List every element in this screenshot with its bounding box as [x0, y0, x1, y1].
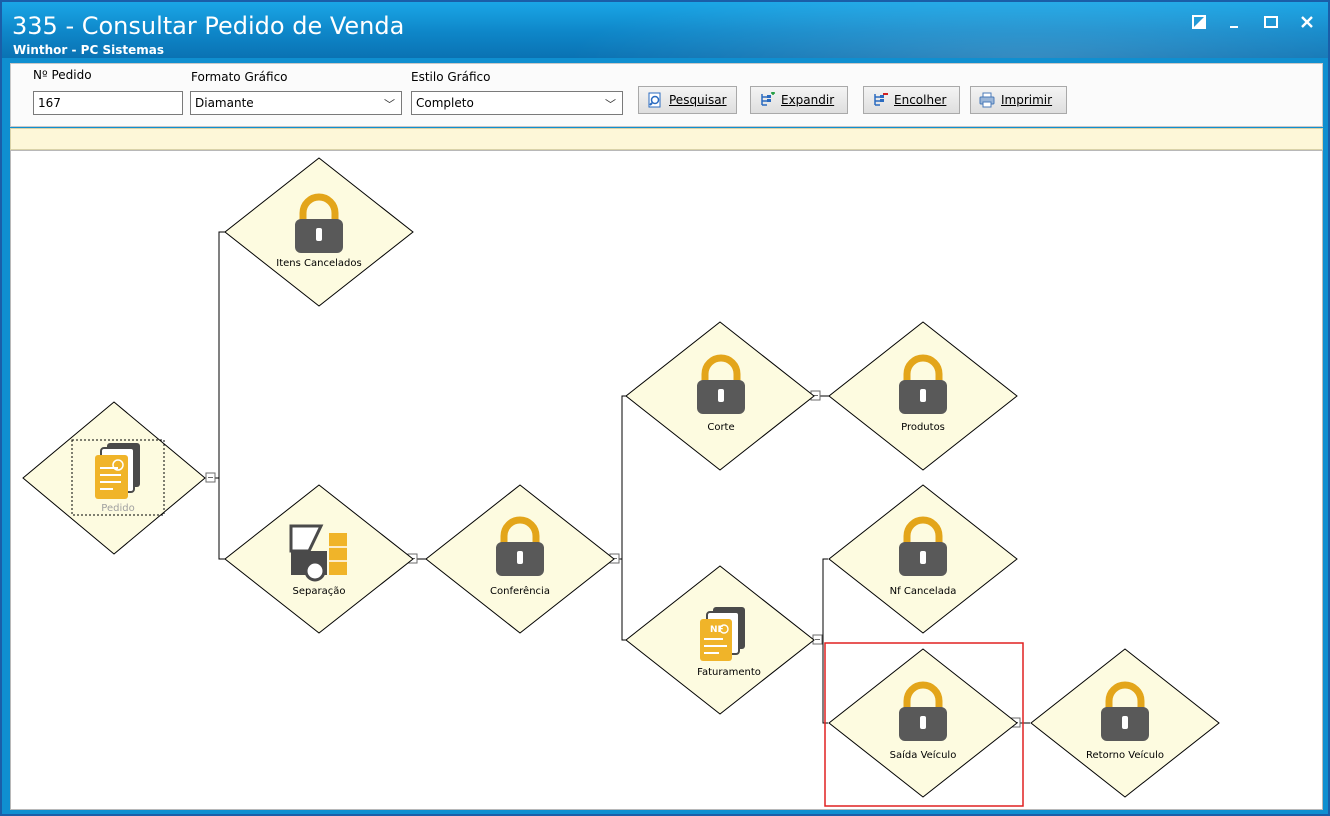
invoice-nf-icon: NF [700, 607, 745, 661]
search-doc-icon [647, 92, 663, 108]
chevron-down-icon: ﹀ [605, 98, 616, 111]
encolher-label: Encolher [894, 93, 947, 107]
estilo-value: Completo [416, 96, 474, 110]
node-saida-veiculo[interactable]: Saída Veículo [828, 648, 1018, 798]
node-label: Corte [707, 422, 734, 433]
tree-expand-icon [759, 91, 775, 108]
node-separacao[interactable]: Separação [224, 484, 414, 634]
order-flow-diagram: Pedido Itens Cancelados Separação Confer… [22, 157, 1220, 807]
title-bar: 335 - Consultar Pedido de Venda Winthor … [2, 2, 1328, 58]
document-stack-icon [95, 443, 140, 499]
info-bar [10, 128, 1323, 150]
tree-collapse-icon [872, 92, 888, 108]
formato-label: Formato Gráfico [191, 70, 288, 84]
formato-value: Diamante [195, 96, 254, 110]
pesquisar-button[interactable]: Pesquisar [638, 86, 737, 114]
node-faturamento[interactable]: NF Faturamento [625, 565, 815, 715]
printer-icon [979, 92, 995, 108]
expandir-button[interactable]: Expandir [750, 86, 848, 114]
pedido-input[interactable]: 167 [33, 91, 183, 115]
node-itens-cancelados[interactable]: Itens Cancelados [224, 157, 414, 307]
main-window: 335 - Consultar Pedido de Venda Winthor … [0, 0, 1330, 816]
imprimir-label: Imprimir [1001, 93, 1053, 107]
window-controls [1188, 11, 1318, 33]
node-conferencia[interactable]: Conferência [425, 484, 615, 634]
node-pedido[interactable]: Pedido [22, 401, 206, 555]
node-label: Separação [293, 586, 346, 597]
connector-lines [211, 231, 1030, 724]
node-produtos[interactable]: Produtos [828, 321, 1018, 471]
estilo-label: Estilo Gráfico [411, 70, 491, 84]
node-label: Itens Cancelados [276, 258, 361, 269]
node-nf-cancelada[interactable]: Nf Cancelada [828, 484, 1018, 634]
collapse-toggle[interactable] [205, 472, 216, 483]
node-label: Retorno Veículo [1086, 749, 1164, 761]
node-label: Nf Cancelada [890, 586, 957, 597]
node-label: Pedido [101, 503, 134, 514]
minimize-icon[interactable] [1224, 11, 1246, 33]
pedido-label: Nº Pedido [33, 68, 92, 82]
node-corte[interactable]: Corte [625, 321, 815, 471]
node-retorno-veiculo[interactable]: Retorno Veículo [1030, 648, 1220, 798]
node-label: Conferência [490, 585, 550, 597]
close-icon[interactable] [1296, 11, 1318, 33]
encolher-button[interactable]: Encolher [863, 86, 960, 114]
window-subtitle: Winthor - PC Sistemas [13, 43, 164, 57]
diagram-canvas: Pedido Itens Cancelados Separação Confer… [10, 150, 1323, 810]
chevron-down-icon: ﹀ [384, 98, 395, 111]
imprimir-button[interactable]: Imprimir [970, 86, 1067, 114]
estilo-select[interactable]: Completo ﹀ [411, 91, 623, 115]
formato-select[interactable]: Diamante ﹀ [190, 91, 402, 115]
maximize-icon[interactable] [1260, 11, 1282, 33]
node-label: Produtos [901, 422, 945, 433]
expandir-label: Expandir [781, 93, 835, 107]
node-label: Saída Veículo [890, 749, 957, 761]
collapse-toggle[interactable] [812, 634, 823, 645]
restore-icon[interactable] [1188, 11, 1210, 33]
filter-toolbar: Nº Pedido 167 Formato Gráfico Diamante ﹀… [10, 63, 1323, 127]
pesquisar-label: Pesquisar [669, 93, 727, 107]
window-title: 335 - Consultar Pedido de Venda [12, 12, 405, 40]
node-label: Faturamento [697, 667, 761, 678]
